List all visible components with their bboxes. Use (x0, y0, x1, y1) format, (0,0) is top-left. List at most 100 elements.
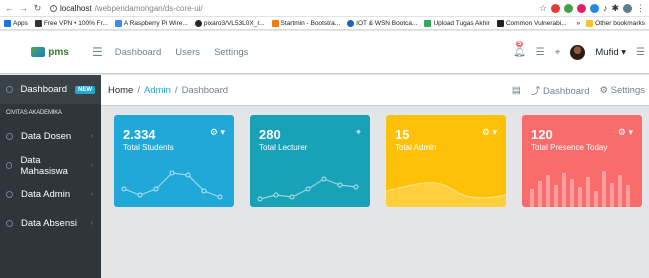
breadcrumb-current: Dashboard (181, 84, 229, 96)
nav-users[interactable]: Users (175, 47, 200, 58)
top-nav: Dashboard Users Settings (115, 47, 249, 58)
other-bookmarks[interactable]: Other bookmarks (586, 19, 645, 27)
extension-icon[interactable]: ♪ (603, 3, 608, 13)
menu-icon[interactable]: ⋮ (636, 3, 645, 14)
apps-icon (4, 19, 11, 27)
stat-cards: 2.334 Total Students ⚙ ▾ 280 Total Lectu… (114, 115, 642, 207)
clock-icon (6, 220, 13, 227)
line-sparkline (121, 170, 223, 200)
sidebar-item-dashboard[interactable]: Dashboard NEW (0, 75, 101, 104)
breadcrumb-settings-link[interactable]: ⚙ Settings (600, 85, 646, 96)
drive-icon (424, 19, 432, 27)
bar-sparkline (530, 171, 630, 207)
brand-name: pms (48, 46, 69, 58)
list-icon[interactable]: ☰ (536, 47, 545, 58)
extension-icon[interactable] (589, 3, 599, 13)
bookmarks-bar: Apps Free VPN • 100% Fr... A Raspberry P… (0, 17, 649, 30)
bell-icon: 🔔︎ (513, 46, 526, 58)
sidebar-item-data-dosen[interactable]: Data Dosen ‹ (0, 122, 101, 151)
breadcrumb-separator: / (174, 84, 178, 96)
breadcrumb-home[interactable]: Home (108, 85, 133, 96)
card-total-lecturer: 280 Total Lecturer ⌖ (250, 115, 370, 207)
nav-settings[interactable]: Settings (214, 47, 248, 58)
app-header: pms ☰ Dashboard Users Settings 🔔︎ 5 ☰ ⌖ … (0, 31, 649, 74)
bookmark-item[interactable]: Common Vulnerabi... (496, 19, 567, 27)
gear-dropdown-icon[interactable]: ⚙ ▾ (210, 127, 225, 138)
bookmark-item[interactable]: Free VPN • 100% Fr... (34, 19, 108, 27)
logo-icon (31, 47, 46, 57)
area-sparkline (386, 182, 506, 207)
gear-dropdown-icon[interactable]: ⚙ ▾ (618, 127, 633, 138)
user-menu[interactable]: Mufid ▾ (595, 47, 626, 58)
gear-dropdown-icon[interactable]: ⚙ ▾ (482, 127, 497, 138)
bookmark-item[interactable]: IOT & WSN Bootca... (347, 19, 417, 27)
notification-badge: 5 (516, 40, 524, 47)
forward-icon[interactable]: → (18, 3, 29, 13)
breadcrumb-admin[interactable]: Admin (144, 85, 171, 96)
chevron-left-icon: ‹ (90, 133, 93, 140)
notification-button[interactable]: 🔔︎ 5 (513, 40, 526, 58)
breadcrumb-dashboard-link[interactable]: ⤴ Dashboard (531, 83, 590, 97)
url-host: localhost (60, 3, 92, 13)
location-icon[interactable]: ⌖ (356, 127, 361, 138)
profile-icon[interactable] (623, 3, 632, 13)
card-label: Total Admin (395, 143, 437, 152)
site-icon (496, 19, 504, 27)
avatar[interactable] (570, 44, 586, 60)
info-icon[interactable]: i (50, 4, 57, 12)
bootstrap-icon (271, 19, 279, 27)
back-icon[interactable]: ← (4, 3, 15, 13)
brand[interactable]: pms (0, 47, 100, 58)
chevron-left-icon: ‹ (90, 191, 93, 198)
card-label: Total Presence Today (531, 143, 608, 152)
user-icon (6, 162, 13, 169)
bookmark-apps[interactable]: Apps (4, 19, 28, 27)
extension-icon[interactable] (563, 3, 573, 13)
site-icon (347, 19, 355, 27)
sidebar: Dashboard NEW CIVITAS AKADEMIKA Data Dos… (0, 75, 101, 278)
google-icon (114, 19, 122, 27)
bookmark-item[interactable]: A Raspberry Pi Wire... (114, 19, 188, 27)
extension-icon[interactable] (576, 3, 586, 13)
card-total-presence-today: 120 Total Presence Today ⚙ ▾ (522, 115, 642, 207)
puzzle-icon[interactable]: ✱ (611, 3, 619, 14)
location-icon[interactable]: ⌖ (555, 47, 561, 58)
gear-icon: ⚙ (599, 84, 609, 96)
github-icon (194, 19, 202, 27)
folder-icon (586, 19, 594, 27)
url-path: /webpendamongan/ds-core-ui/ (94, 3, 203, 13)
bookmark-item[interactable]: Upload Tugas Akhir (424, 19, 490, 27)
reload-icon[interactable]: ↻ (32, 3, 43, 14)
card-value: 280 (259, 127, 281, 142)
speech-icon[interactable]: ▤ (512, 85, 521, 96)
breadcrumb-separator: / (137, 84, 140, 96)
card-label: Total Lecturer (259, 143, 308, 152)
bookmarks-more-button[interactable]: » (577, 20, 581, 27)
hamburger-icon[interactable]: ☰ (92, 45, 103, 59)
card-label: Total Students (123, 143, 174, 152)
bookmark-item[interactable]: Startmin - Bootstra... (271, 19, 340, 27)
sidebar-section-title: CIVITAS AKADEMIKA (6, 110, 62, 116)
chevron-left-icon: ‹ (90, 220, 93, 227)
sidebar-item-data-admin[interactable]: Data Admin ‹ (0, 180, 101, 209)
sidebar-item-data-mahasiswa[interactable]: Data Mahasiswa ‹ (0, 151, 101, 180)
browser-toolbar: ← → ↻ i localhost/webpendamongan/ds-core… (0, 0, 649, 17)
card-total-admin: 15 Total Admin ⚙ ▾ (386, 115, 506, 207)
line-sparkline (257, 176, 359, 202)
user-icon (6, 133, 13, 140)
vpn-icon (34, 19, 42, 27)
chevron-left-icon: ‹ (90, 162, 93, 169)
aside-toggle-icon[interactable]: ☰ (636, 47, 645, 58)
bookmark-item[interactable]: pixaro3/VL53L0X_r... (194, 19, 265, 27)
user-icon (6, 191, 13, 198)
graph-icon: ⤴ (530, 86, 541, 97)
new-badge: NEW (75, 85, 95, 94)
speedometer-icon (6, 86, 13, 93)
star-icon[interactable]: ☆ (539, 3, 547, 14)
address-bar[interactable]: i localhost/webpendamongan/ds-core-ui/ (50, 4, 203, 13)
nav-dashboard[interactable]: Dashboard (115, 47, 161, 58)
card-total-students: 2.334 Total Students ⚙ ▾ (114, 115, 234, 207)
extension-icon[interactable] (550, 3, 560, 13)
breadcrumb: Home / Admin / Dashboard ▤ ⤴ Dashboard ⚙… (101, 75, 649, 106)
sidebar-item-data-absensi[interactable]: Data Absensi ‹ (0, 209, 101, 238)
